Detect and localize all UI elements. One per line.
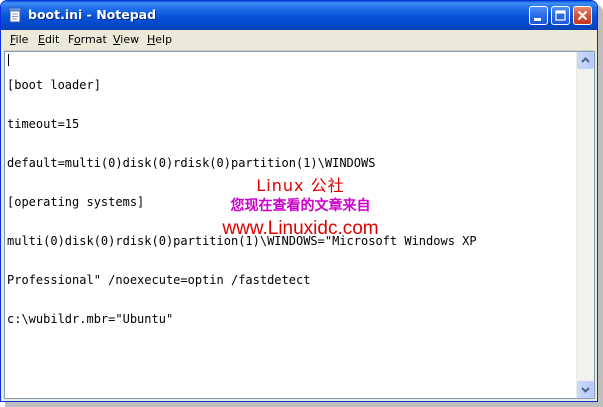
minimize-button[interactable] — [529, 6, 548, 25]
menu-format[interactable]: Format — [68, 33, 107, 46]
scroll-up-button[interactable] — [577, 52, 594, 69]
vertical-scrollbar[interactable] — [576, 52, 594, 398]
watermark-url: www.Linuxidc.com — [222, 218, 379, 239]
menu-view[interactable]: View — [113, 33, 139, 46]
editor-line: Professional" /noexecute=optin /fastdete… — [7, 273, 311, 287]
menu-help[interactable]: Help — [147, 33, 172, 46]
minimize-icon — [534, 18, 541, 21]
close-button[interactable] — [573, 6, 592, 25]
editor-line: c:\wubildr.mbr="Ubuntu" — [7, 312, 174, 326]
scroll-down-button[interactable] — [577, 381, 594, 398]
notepad-window: boot.ini - Notepad File Edit Format View… — [0, 0, 598, 402]
maximize-button[interactable] — [551, 6, 570, 25]
window-title: boot.ini - Notepad — [28, 7, 157, 22]
close-icon — [577, 10, 588, 21]
text-caret — [8, 54, 9, 66]
title-bar[interactable]: boot.ini - Notepad — [1, 1, 597, 30]
editor-line: timeout=15 — [7, 117, 80, 131]
menu-file[interactable]: File — [10, 33, 28, 46]
editor-line: [boot loader] — [7, 78, 101, 92]
maximize-icon — [555, 10, 566, 21]
watermark-site-name: Linux 公社 — [256, 176, 345, 195]
watermark-tagline: 您现在查看的文章来自 — [230, 198, 371, 214]
menu-bar: File Edit Format View Help — [4, 30, 594, 51]
chevron-up-icon — [581, 57, 590, 63]
menu-edit[interactable]: Edit — [38, 33, 59, 46]
editor-line: default=multi(0)disk(0)rdisk(0)partition… — [7, 156, 376, 170]
text-editor[interactable]: [boot loader] timeout=15 default=multi(0… — [4, 51, 595, 399]
notepad-icon — [8, 7, 22, 23]
chevron-down-icon — [581, 387, 590, 393]
